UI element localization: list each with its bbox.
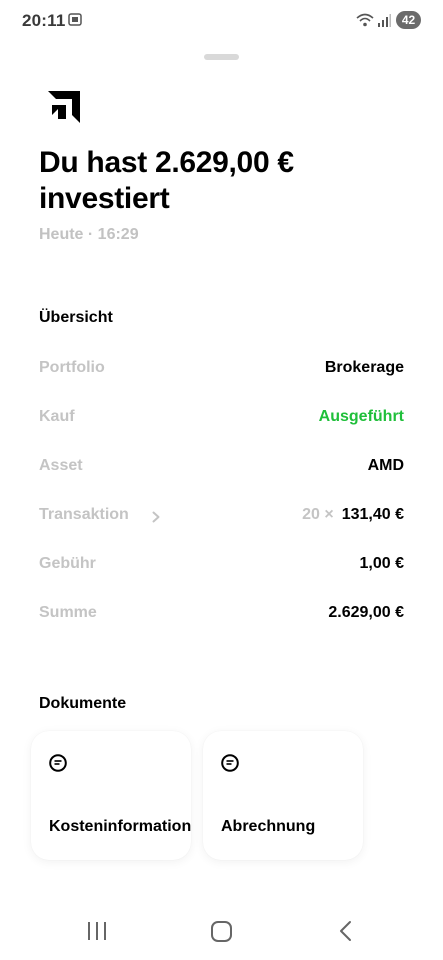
row-asset: Asset AMD [39, 457, 404, 481]
row-transaktion[interactable]: Transaktion 20 × 131,40 € [39, 506, 404, 530]
status-badge: Ausgeführt [318, 408, 404, 425]
system-nav-bar [0, 900, 443, 960]
timestamp: Heute · 16:29 [39, 226, 139, 243]
row-value: 20 × 131,40 € [302, 506, 404, 524]
document-label: Kosteninformation [49, 818, 192, 835]
row-summe: Summe 2.629,00 € [39, 604, 404, 628]
status-bar: 20:11 42 [0, 0, 443, 40]
row-gebuehr: Gebühr 1,00 € [39, 555, 404, 579]
row-value: Brokerage [324, 359, 404, 376]
chevron-right-icon[interactable] [151, 511, 161, 523]
sheet-handle[interactable] [204, 54, 239, 60]
headline-line-2: investiert [39, 182, 170, 215]
document-icon [221, 754, 239, 772]
recent-apps-icon[interactable] [86, 921, 108, 941]
status-time: 20:11 [22, 11, 66, 30]
documents-title: Dokumente [39, 695, 127, 712]
row-value: 2.629,00 € [328, 604, 404, 621]
row-label: Asset [39, 457, 83, 474]
row-portfolio: Portfolio Brokerage [39, 359, 404, 383]
battery-badge: 42 [396, 11, 421, 29]
row-label: Portfolio [39, 359, 105, 376]
back-icon[interactable] [338, 920, 352, 942]
document-icon [49, 754, 67, 772]
amd-logo-icon [48, 91, 80, 123]
row-value: AMD [367, 457, 404, 474]
document-card-abrechnung[interactable]: Abrechnung [203, 731, 363, 860]
signal-icon [378, 14, 391, 27]
headline-line-1: Du hast 2.629,00 € [39, 146, 294, 179]
document-label: Abrechnung [221, 818, 316, 835]
screenshot-icon [68, 13, 82, 26]
row-label: Summe [39, 604, 97, 621]
row-label: Kauf [39, 408, 75, 425]
row-kauf: Kauf Ausgeführt [39, 408, 404, 432]
overview-title: Übersicht [39, 309, 113, 326]
row-label: Gebühr [39, 555, 96, 572]
transaction-price: 131,40 € [341, 506, 404, 523]
page-title: Du hast 2.629,00 € investiert [39, 145, 419, 217]
document-card-kosteninformation[interactable]: Kosteninformation [31, 731, 191, 860]
wifi-icon [356, 13, 374, 27]
row-value: 1,00 € [359, 555, 404, 572]
transaction-quantity: 20 × [302, 506, 334, 523]
home-icon[interactable] [210, 920, 233, 943]
row-label: Transaktion [39, 506, 129, 523]
